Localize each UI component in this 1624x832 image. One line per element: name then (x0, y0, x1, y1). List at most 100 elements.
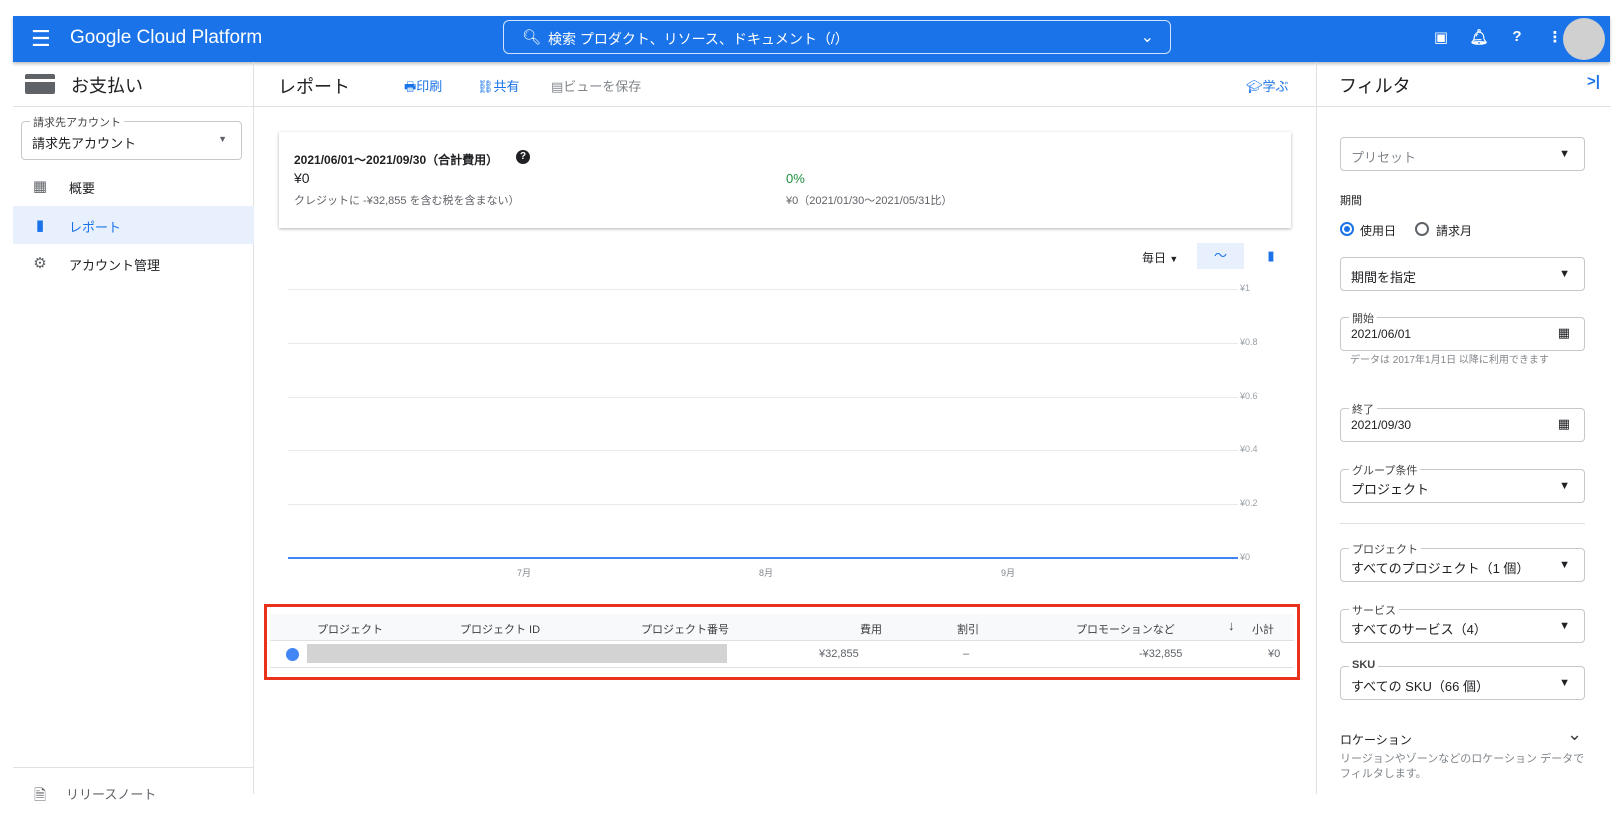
radio-invoice-label: 請求月 (1436, 224, 1473, 238)
chevron-down-icon[interactable]: ⌄ (1567, 724, 1582, 745)
series-color-dot (286, 648, 299, 661)
cell-subtotal: ¥0 (1268, 648, 1281, 660)
date-helper-text: データは 2017年1月1日 以降に利用できます (1350, 355, 1549, 366)
search-placeholder: 検索 プロダクト、リソース、ドキュメント（/） (548, 31, 849, 47)
main-content: レポート 🖶印刷 ⛓共有 ▤ビューを保存 🎓︎学ぶ 2021/06/01～202… (254, 62, 1316, 794)
y-tick-label: ¥0.6 (1240, 390, 1258, 401)
menu-icon[interactable]: ☰ (31, 28, 51, 50)
preset-select[interactable]: プリセット ▼ (1340, 137, 1585, 171)
caret-down-icon: ▼ (1559, 620, 1570, 632)
location-section-title[interactable]: ロケーション (1340, 731, 1412, 748)
sidebar-header: お支払い (13, 62, 254, 107)
sidebar-item-label: レポート (69, 220, 122, 235)
column-header-subtotal[interactable]: 小計 (1252, 621, 1274, 637)
service-select[interactable]: サービスすべてのサービス（4） ▼ (1340, 602, 1585, 643)
sidebar-item-label: アカウント管理 (69, 258, 161, 273)
column-header-discount[interactable]: 割引 (957, 621, 979, 637)
release-notes-icon: 🗎︎ (33, 787, 47, 804)
column-header-promotions[interactable]: プロモーションなど (1076, 621, 1175, 637)
y-tick-label: ¥0.2 (1240, 498, 1258, 509)
brand-logo[interactable]: Google Cloud Platform (70, 27, 262, 49)
help-icon[interactable]: ? (1507, 28, 1527, 45)
gridline (288, 450, 1238, 452)
service-label: サービス (1349, 602, 1399, 618)
column-header-project-id[interactable]: プロジェクト ID (460, 621, 540, 637)
caret-down-icon: ▼ (1559, 148, 1570, 160)
calendar-icon[interactable]: ▦ (1558, 416, 1570, 432)
top-app-bar: ☰ Google Cloud Platform 🔍︎ 検索 プロダクト、リソース… (13, 16, 1610, 62)
end-label: 終了 (1349, 401, 1377, 417)
sku-value: すべての SKU（66 個） (1351, 679, 1489, 694)
billing-account-label: 請求先アカウント (30, 114, 124, 130)
caret-down-icon: ▼ (218, 134, 227, 144)
location-description: リージョンやゾーンなどのロケーション データでフィルタします。 (1340, 753, 1585, 780)
more-vert-icon[interactable]: ⋮ (1545, 28, 1565, 46)
end-date-field[interactable]: 終了 2021/09/30 ▦ (1340, 401, 1585, 442)
search-icon: 🔍︎ (522, 29, 542, 46)
period-select[interactable]: 期間を指定 ▼ (1340, 257, 1585, 291)
column-header-project[interactable]: プロジェクト (317, 621, 383, 637)
caret-down-icon: ▼ (1559, 677, 1570, 689)
cost-chart: ¥1 ¥0.8 ¥0.6 ¥0.4 ¥0.2 ¥0 7月 8月 9月 (254, 62, 1316, 602)
x-tick-label: 9月 (1001, 568, 1016, 578)
bell-icon[interactable]: 🔔︎ (1469, 28, 1489, 46)
series-line (288, 557, 1238, 559)
billing-account-select[interactable]: 請求先アカウント 請求先アカウント ▼ (21, 114, 242, 160)
cloud-shell-icon[interactable]: ▣ (1431, 28, 1451, 46)
y-tick-label: ¥1 (1240, 283, 1251, 293)
radio-usage-date[interactable] (1340, 222, 1354, 236)
filter-panel: フィルタ >| プリセット ▼ 期間 使用日 請求月 期間を指定 ▼ 開始 2021/… (1316, 62, 1611, 794)
sidebar-item-overview[interactable]: ▦ 概要 (13, 167, 254, 205)
project-select[interactable]: プロジェクトすべてのプロジェクト（1 個） ▼ (1340, 541, 1585, 582)
period-label: 期間 (1340, 195, 1362, 207)
project-value: すべてのプロジェクト（1 個） (1351, 561, 1530, 576)
filter-header: フィルタ >| (1317, 62, 1611, 107)
search-input[interactable]: 🔍︎ 検索 プロダクト、リソース、ドキュメント（/） ⌄ (503, 20, 1171, 54)
arrow-down-icon[interactable]: ↓ (1228, 618, 1235, 633)
bar-chart-icon: ▮ (35, 217, 45, 234)
caret-down-icon: ▼ (1559, 268, 1570, 280)
table-header-row: プロジェクト プロジェクト ID プロジェクト番号 費用 割引 プロモーションな… (270, 614, 1294, 641)
gridline (288, 504, 1238, 506)
x-tick-label: 8月 (759, 568, 774, 578)
sidebar-item-account-management[interactable]: ⚙ アカウント管理 (13, 244, 254, 282)
sku-select[interactable]: SKU すべての SKU（66 個） ▼ (1340, 659, 1585, 700)
calendar-icon[interactable]: ▦ (1558, 325, 1570, 341)
x-tick-label: 7月 (517, 568, 532, 578)
group-by-label: グループ条件 (1349, 462, 1421, 478)
service-value: すべてのサービス（4） (1351, 622, 1487, 637)
dashboard-icon: ▦ (32, 178, 48, 195)
start-date-field[interactable]: 開始 2021/06/01 ▦ (1340, 310, 1585, 351)
group-by-select[interactable]: グループ条件 プロジェクト ▼ (1340, 462, 1585, 503)
column-header-project-number[interactable]: プロジェクト番号 (641, 621, 729, 637)
sidebar-item-reports[interactable]: ▮ レポート (13, 206, 254, 244)
sidebar: お支払い 請求先アカウント 請求先アカウント ▼ ▦ 概要 ▮ レポート ⚙ ア… (13, 62, 254, 804)
cell-promotion: -¥32,855 (1139, 648, 1183, 660)
avatar[interactable] (1563, 18, 1605, 60)
cell-discount: – (963, 648, 970, 660)
collapse-panel-icon[interactable]: >| (1587, 73, 1600, 90)
group-by-value: プロジェクト (1351, 482, 1430, 497)
billing-account-value: 請求先アカウント (32, 136, 137, 151)
start-value: 2021/06/01 (1351, 327, 1412, 341)
table-row[interactable]: ¥32,855 – -¥32,855 ¥0 (270, 641, 1294, 668)
caret-down-icon: ▼ (1559, 480, 1570, 492)
sku-label: SKU (1349, 659, 1379, 671)
radio-invoice-month[interactable] (1415, 222, 1429, 236)
start-label: 開始 (1349, 310, 1377, 326)
sidebar-item-label: 概要 (69, 181, 96, 196)
chevron-down-icon[interactable]: ⌄ (1141, 27, 1154, 47)
cost-table: プロジェクト プロジェクト ID プロジェクト番号 費用 割引 プロモーションな… (264, 604, 1300, 680)
column-header-cost[interactable]: 費用 (860, 621, 882, 637)
divider (1340, 523, 1585, 524)
period-value: 期間を指定 (1351, 270, 1417, 285)
sidebar-item-release-notes[interactable]: 🗎︎ リリースノート (13, 778, 254, 816)
divider (13, 767, 254, 768)
end-value: 2021/09/30 (1351, 418, 1412, 432)
filter-title: フィルタ (1339, 76, 1411, 96)
caret-down-icon: ▼ (1559, 559, 1570, 571)
redacted-project-info (307, 644, 727, 663)
cell-cost: ¥32,855 (819, 648, 859, 660)
sidebar-item-label: リリースノート (66, 787, 157, 802)
project-label: プロジェクト (1349, 541, 1421, 557)
